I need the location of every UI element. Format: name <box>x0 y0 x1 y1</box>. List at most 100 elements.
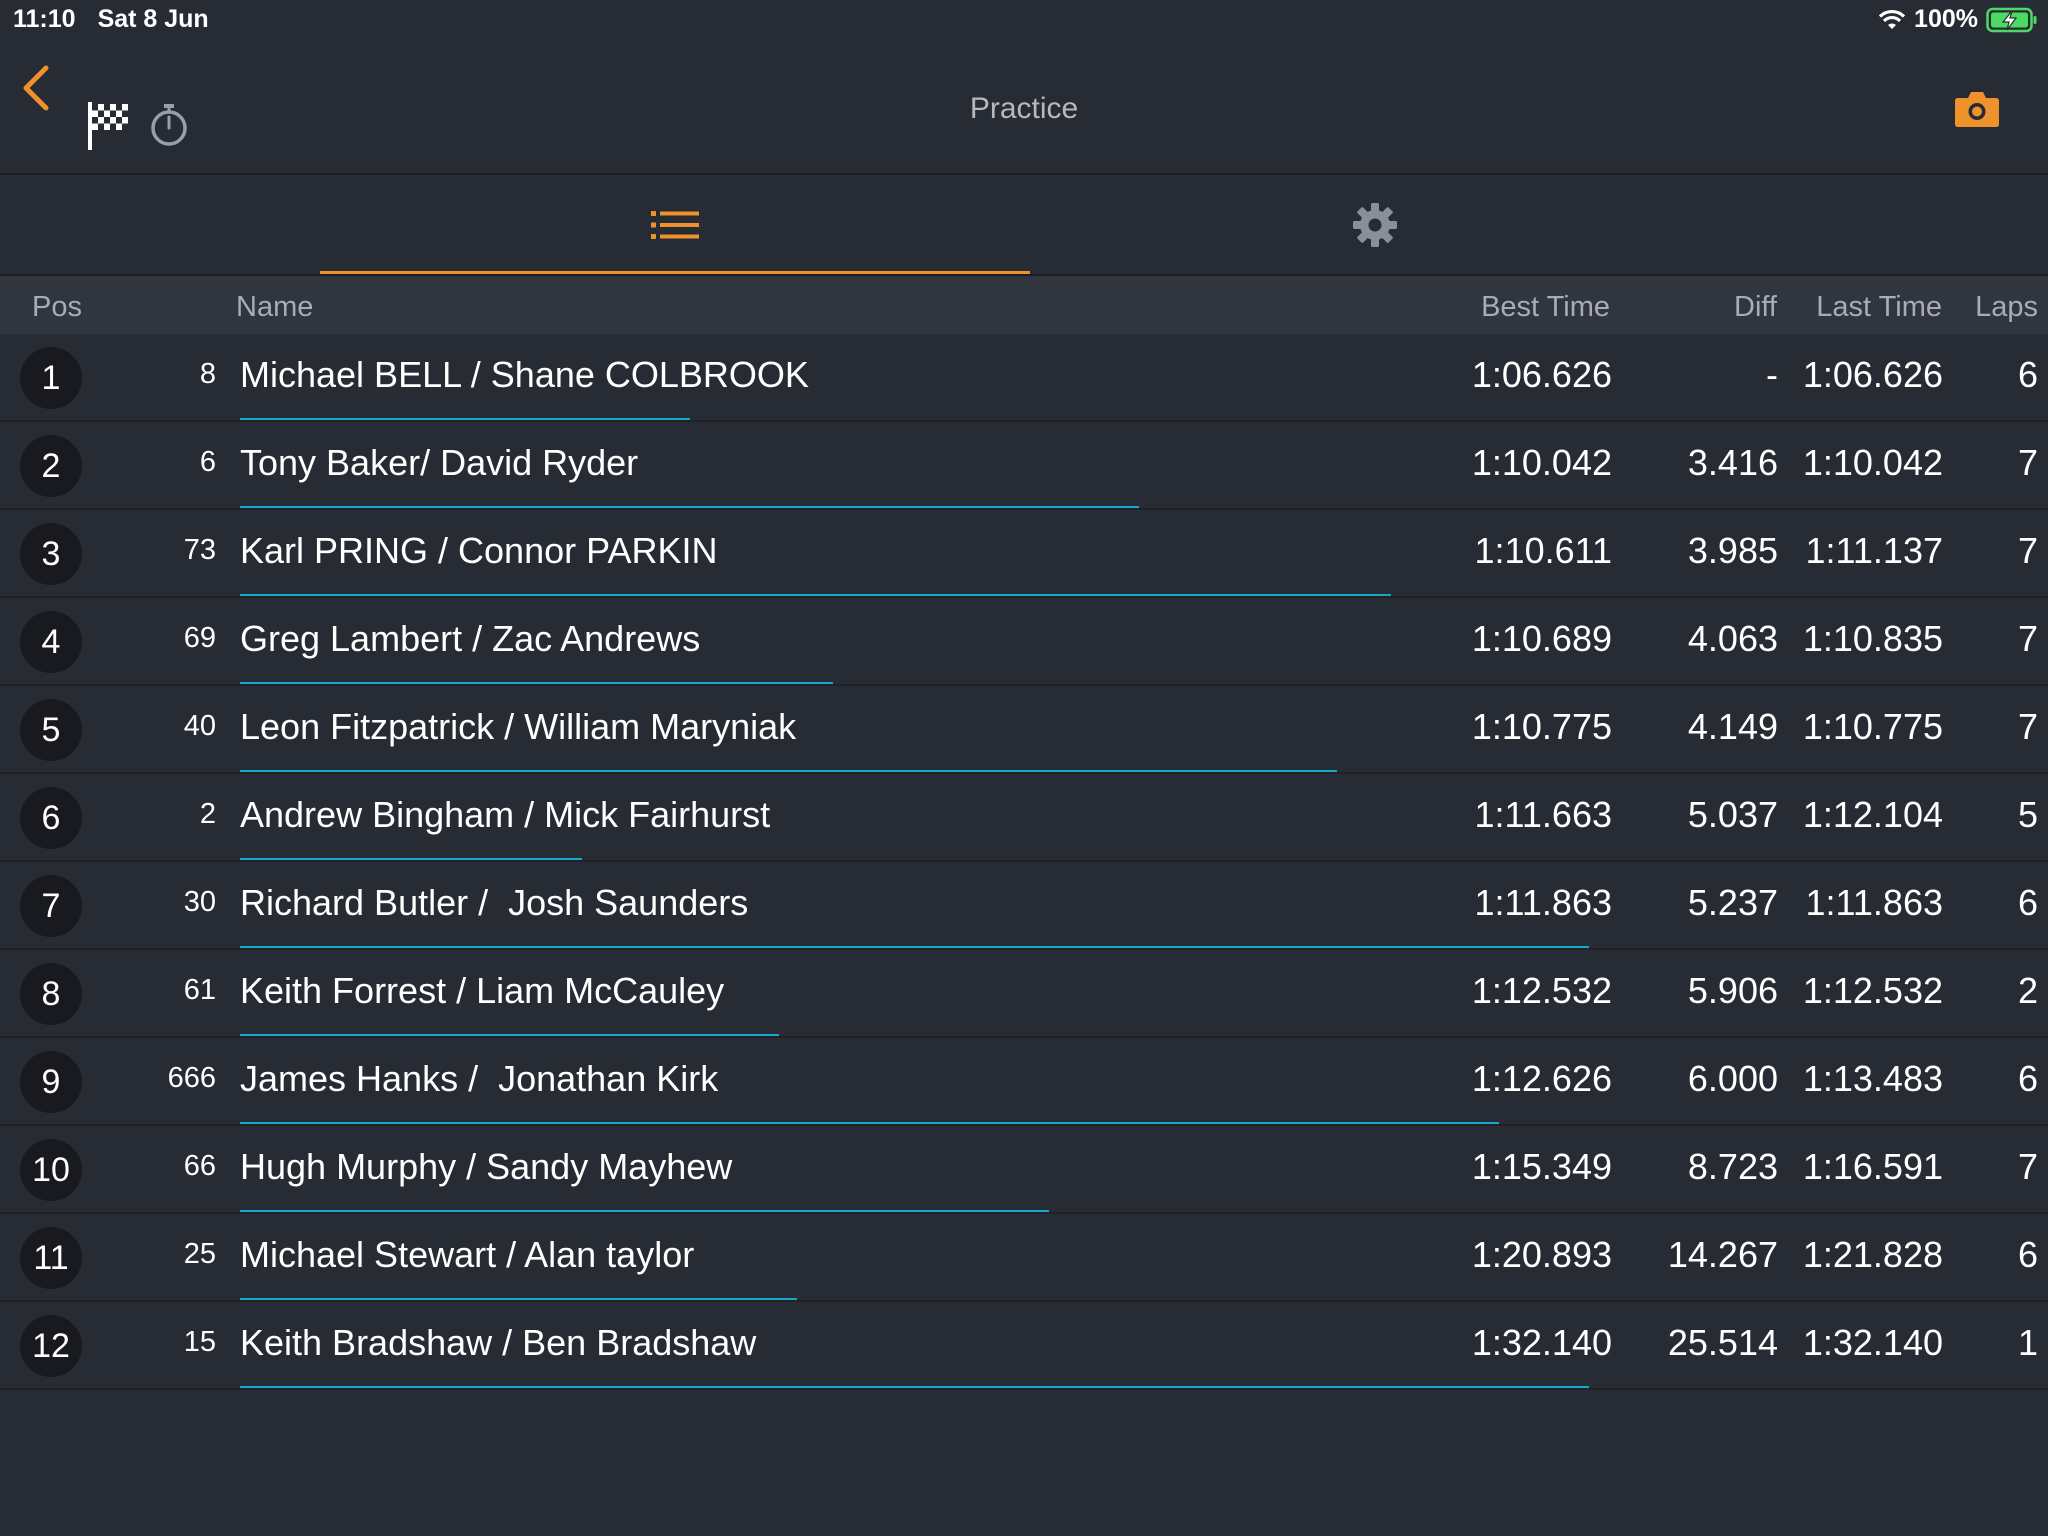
tab-settings[interactable] <box>1030 175 1720 275</box>
table-row[interactable]: 5 40 Leon Fitzpatrick / William Maryniak 1:… <box>0 686 2048 774</box>
last-time: 1:10.835 <box>1802 618 1943 659</box>
time-diff: 6.000 <box>1687 1058 1778 1099</box>
driver-names: Michael Stewart / Alan taylor <box>240 1234 695 1275</box>
table-row[interactable]: 9 666 James Hanks / Jonathan Kirk 1:12.626 6… <box>0 1038 2048 1126</box>
driver-names: Tony Baker/ David Ryder <box>240 442 639 483</box>
position-badge: 6 <box>20 787 82 849</box>
last-time: 1:13.483 <box>1802 1058 1943 1099</box>
column-header-name[interactable]: Name <box>236 291 313 324</box>
last-time: 1:10.042 <box>1802 442 1943 483</box>
timing-screen: 11:10 Sat 8 Jun 100% Practice Pos Name B… <box>0 0 2048 1536</box>
best-time: 1:11.863 <box>1474 882 1612 923</box>
lap-progress-bar <box>240 418 690 420</box>
car-number: 61 <box>183 974 216 1006</box>
checkered-flag-icon[interactable] <box>86 100 130 157</box>
last-time: 1:06.626 <box>1802 354 1943 395</box>
last-time: 1:11.863 <box>1805 882 1943 923</box>
lap-count: 7 <box>2017 1146 2038 1187</box>
lap-count: 2 <box>2017 970 2038 1011</box>
list-icon <box>651 211 699 239</box>
last-time: 1:12.532 <box>1802 970 1943 1011</box>
page-title: Practice <box>969 92 1079 125</box>
position-badge: 2 <box>20 435 82 497</box>
column-header-pos[interactable]: Pos <box>32 291 82 324</box>
lap-count: 7 <box>2017 442 2038 483</box>
status-time: 11:10 <box>13 5 76 33</box>
lap-progress-bar <box>240 1034 779 1036</box>
column-header-best-time[interactable]: Best Time <box>1481 291 1610 324</box>
table-row[interactable]: 8 61 Keith Forrest / Liam McCauley 1:12.532… <box>0 950 2048 1038</box>
position-badge: 12 <box>20 1315 82 1377</box>
camera-icon <box>1955 92 1999 127</box>
best-time: 1:10.689 <box>1471 618 1612 659</box>
results-table: 1 8 Michael BELL / Shane COLBROOK 1:06.626-… <box>0 334 2048 1390</box>
table-row[interactable]: 1 8 Michael BELL / Shane COLBROOK 1:06.626-… <box>0 334 2048 422</box>
lap-progress-bar <box>240 858 582 860</box>
table-row[interactable]: 4 69 Greg Lambert / Zac Andrews 1:10.689 4.0… <box>0 598 2048 686</box>
table-row[interactable]: 10 66 Hugh Murphy / Sandy Mayhew 1:15.349 8.… <box>0 1126 2048 1214</box>
driver-names: Richard Butler / Josh Saunders <box>240 882 749 923</box>
lap-progress-bar <box>240 1298 797 1300</box>
column-header-diff[interactable]: Diff <box>1734 291 1777 324</box>
camera-button[interactable] <box>1954 90 2000 133</box>
driver-names: James Hanks / Jonathan Kirk <box>240 1058 719 1099</box>
position-badge: 4 <box>20 611 82 673</box>
last-time: 1:21.828 <box>1802 1234 1943 1275</box>
lap-count: 1 <box>2017 1322 2038 1363</box>
status-date: Sat 8 Jun <box>97 5 209 33</box>
driver-names: Greg Lambert / Zac Andrews <box>240 618 701 659</box>
position-badge: 7 <box>20 875 82 937</box>
car-number: 2 <box>199 798 216 830</box>
lap-count: 7 <box>2017 706 2038 747</box>
column-header-laps[interactable]: Laps <box>1975 291 2038 324</box>
gear-icon <box>1353 203 1397 247</box>
time-diff: 3.985 <box>1687 530 1778 571</box>
tab-bar <box>0 175 2048 275</box>
driver-names: Karl PRING / Connor PARKIN <box>240 530 718 571</box>
table-header: Pos Name Best Time Diff Last Time Laps <box>0 276 2048 334</box>
time-diff: 8.723 <box>1687 1146 1778 1187</box>
best-time: 1:10.775 <box>1471 706 1612 747</box>
lap-progress-bar <box>240 946 1589 948</box>
lap-progress-bar <box>240 770 1337 772</box>
car-number: 73 <box>183 534 216 566</box>
car-number: 30 <box>183 886 216 918</box>
time-diff: 14.267 <box>1667 1234 1778 1275</box>
time-diff: 4.063 <box>1687 618 1778 659</box>
driver-names: Leon Fitzpatrick / William Maryniak <box>240 706 797 747</box>
time-diff: 5.906 <box>1687 970 1778 1011</box>
table-row[interactable]: 7 30 Richard Butler / Josh Saunders 1:11.86… <box>0 862 2048 950</box>
driver-names: Andrew Bingham / Mick Fairhurst <box>240 794 771 835</box>
column-header-last-time[interactable]: Last Time <box>1816 291 1942 324</box>
lap-progress-bar <box>240 1210 1049 1212</box>
lap-count: 7 <box>2017 530 2038 571</box>
lap-count: 6 <box>2017 1234 2038 1275</box>
table-row[interactable]: 12 15 Keith Bradshaw / Ben Bradshaw 1:32.14… <box>0 1302 2048 1390</box>
last-time: 1:16.591 <box>1802 1146 1943 1187</box>
table-row[interactable]: 2 6 Tony Baker/ David Ryder 1:10.042 3.416 1:… <box>0 422 2048 510</box>
driver-names: Michael BELL / Shane COLBROOK <box>240 354 809 395</box>
lap-count: 6 <box>2017 1058 2038 1099</box>
car-number: 6 <box>199 446 216 478</box>
stopwatch-icon[interactable] <box>148 102 190 153</box>
table-row[interactable]: 6 2 Andrew Bingham / Mick Fairhurst 1:11.66… <box>0 774 2048 862</box>
position-badge: 5 <box>20 699 82 761</box>
time-diff: 5.037 <box>1687 794 1778 835</box>
best-time: 1:11.663 <box>1474 794 1612 835</box>
position-badge: 9 <box>20 1051 82 1113</box>
position-badge: 11 <box>20 1227 82 1289</box>
driver-names: Hugh Murphy / Sandy Mayhew <box>240 1146 733 1187</box>
table-row[interactable]: 3 73 Karl PRING / Connor PARKIN 1:10.611 3.9… <box>0 510 2048 598</box>
car-number: 40 <box>183 710 216 742</box>
time-diff: - <box>1766 354 1778 395</box>
battery-charging-icon <box>1986 7 2038 33</box>
car-number: 25 <box>183 1238 216 1270</box>
tab-results-list[interactable] <box>320 175 1030 275</box>
position-badge: 1 <box>20 347 82 409</box>
best-time: 1:15.349 <box>1471 1146 1612 1187</box>
lap-count: 6 <box>2017 354 2038 395</box>
table-row[interactable]: 11 25 Michael Stewart / Alan taylor 1:20.89… <box>0 1214 2048 1302</box>
time-diff: 4.149 <box>1687 706 1778 747</box>
best-time: 1:32.140 <box>1471 1322 1612 1363</box>
position-badge: 8 <box>20 963 82 1025</box>
